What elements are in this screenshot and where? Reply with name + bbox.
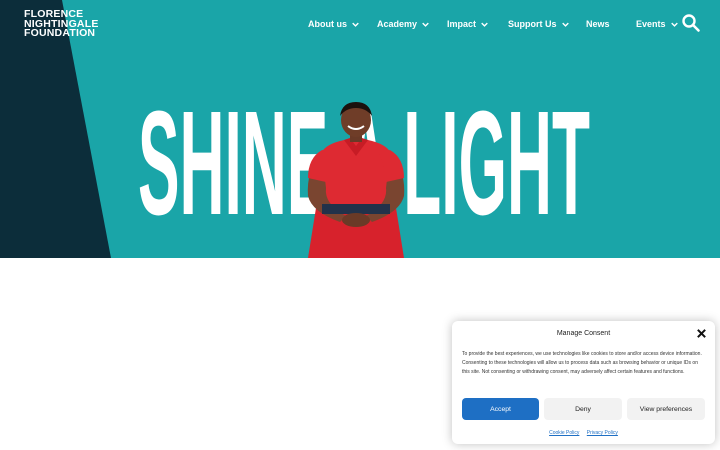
consent-body: To provide the best experiences, we use …	[462, 351, 702, 375]
cookie-consent-dialog: Manage Consent To provide the best exper…	[452, 321, 715, 444]
chevron-down-icon	[422, 22, 429, 27]
nav-item-label: Academy	[377, 19, 418, 29]
search-icon[interactable]	[681, 13, 701, 33]
privacy-policy-link[interactable]: Privacy Policy	[587, 430, 618, 436]
chevron-down-icon	[481, 22, 488, 27]
nav-item-support-us[interactable]: Support Us	[508, 14, 569, 34]
nav-item-academy[interactable]: Academy	[377, 14, 429, 34]
hero-banner: FLORENCE NIGHTINGALE FOUNDATION About us…	[0, 0, 720, 258]
nav-item-impact[interactable]: Impact	[447, 14, 488, 34]
deny-button[interactable]: Deny	[544, 398, 622, 420]
accept-button[interactable]: Accept	[462, 398, 539, 420]
nurse-photo	[307, 102, 405, 258]
view-preferences-button[interactable]: View preferences	[627, 398, 705, 420]
nav-item-label: Events	[636, 19, 666, 29]
nav-item-label: About us	[308, 19, 347, 29]
nav-item-about-us[interactable]: About us	[308, 14, 359, 34]
logo-line-3: FOUNDATION	[24, 27, 96, 39]
chevron-down-icon	[352, 22, 359, 27]
chevron-down-icon	[561, 22, 569, 27]
chevron-down-icon	[670, 22, 678, 27]
site-logo[interactable]: FLORENCE NIGHTINGALE FOUNDATION	[24, 9, 99, 39]
consent-title: Manage Consent	[556, 330, 611, 337]
consent-links: Cookie Policy Privacy Policy	[452, 430, 715, 436]
close-icon[interactable]	[696, 328, 707, 339]
nav-item-news[interactable]: News	[586, 14, 610, 34]
nav-item-label: News	[586, 19, 610, 29]
nav-item-events[interactable]: Events	[636, 14, 678, 34]
main-nav: About us Academy Impact Support Us News …	[300, 14, 700, 34]
cookie-policy-link[interactable]: Cookie Policy	[549, 430, 579, 436]
nav-item-label: Support Us	[508, 19, 557, 29]
nav-item-label: Impact	[447, 19, 477, 29]
